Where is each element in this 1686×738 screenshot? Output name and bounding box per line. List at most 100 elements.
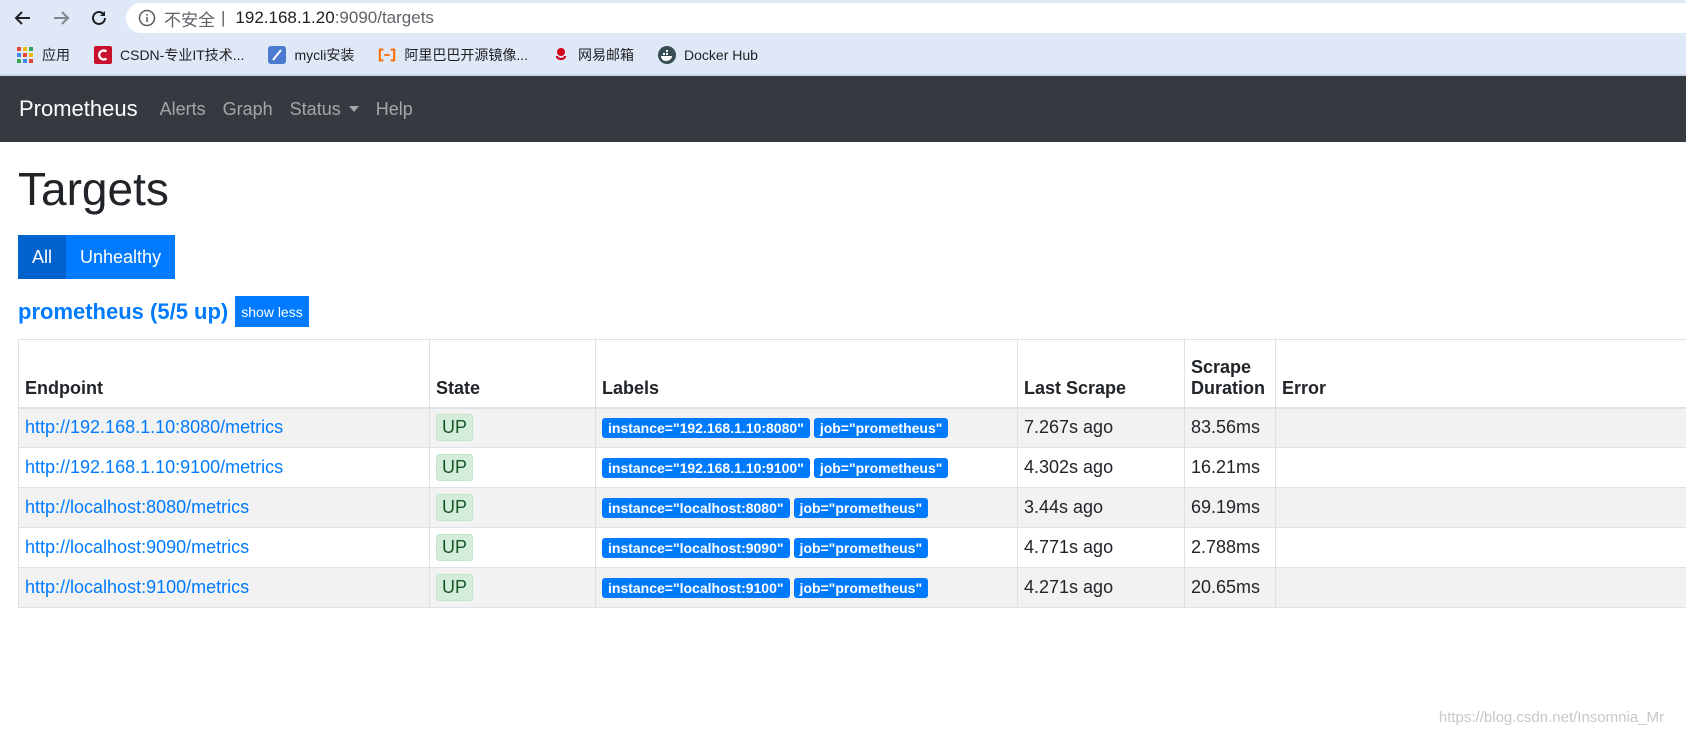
endpoint-link[interactable]: http://192.168.1.10:8080/metrics bbox=[25, 417, 283, 437]
url-separator: | bbox=[221, 8, 226, 27]
error-cell bbox=[1275, 567, 1686, 608]
last-scrape-cell: 4.302s ago bbox=[1017, 447, 1185, 488]
header-state: State bbox=[429, 339, 596, 409]
show-less-button[interactable]: show less bbox=[235, 296, 309, 327]
header-scrape-duration-line1: Scrape bbox=[1191, 356, 1252, 377]
url-host: 192.168.1.20 bbox=[235, 8, 335, 27]
state-cell: UP bbox=[429, 527, 596, 568]
header-scrape-duration-line2: Duration bbox=[1191, 377, 1265, 398]
header-last-scrape: Last Scrape bbox=[1017, 339, 1185, 409]
header-endpoint: Endpoint bbox=[18, 339, 430, 409]
info-icon[interactable] bbox=[138, 9, 156, 27]
bookmark-docker-hub[interactable]: Docker Hub bbox=[658, 46, 758, 64]
watermark: https://blog.csdn.net/Insomnia_Mr bbox=[1438, 709, 1664, 726]
error-cell bbox=[1275, 487, 1686, 528]
endpoint-cell: http://192.168.1.10:9100/metrics bbox=[18, 447, 430, 488]
bookmarks-bar: 应用 CSDN-专业IT技术... mycli安装 阿里巴巴开源镜像... 网易… bbox=[0, 36, 1686, 76]
bookmark-apps[interactable]: 应用 bbox=[16, 45, 70, 65]
endpoint-cell: http://localhost:9090/metrics bbox=[18, 527, 430, 568]
apps-grid-icon bbox=[16, 46, 34, 64]
bookmark-label: 阿里巴巴开源镜像... bbox=[404, 47, 529, 63]
table-row: http://localhost:9100/metrics UP instanc… bbox=[18, 567, 1686, 608]
labels-cell: instance="localhost:8080" job="prometheus… bbox=[595, 487, 1018, 528]
endpoint-link[interactable]: http://192.168.1.10:9100/metrics bbox=[25, 457, 283, 477]
netease-logo-icon bbox=[552, 46, 570, 64]
state-badge: UP bbox=[436, 574, 474, 601]
bookmark-csdn[interactable]: CSDN-专业IT技术... bbox=[94, 45, 244, 65]
state-cell: UP bbox=[429, 447, 596, 488]
target-filter-group: All Unhealthy bbox=[18, 235, 176, 279]
docker-logo-icon bbox=[658, 46, 677, 64]
bookmark-label: CSDN-专业IT技术... bbox=[120, 47, 245, 63]
arrow-left-icon bbox=[14, 11, 30, 25]
bookmark-label: mycli安装 bbox=[294, 47, 355, 63]
labels-cell: instance="localhost:9090" job="prometheus… bbox=[595, 527, 1018, 568]
job-label-badge: job="prometheus" bbox=[813, 458, 949, 478]
job-heading: prometheus (5/5 up) show less bbox=[18, 296, 309, 327]
address-bar[interactable]: 不安全 | 192.168.1.20:9090/targets bbox=[126, 3, 1686, 33]
feather-icon bbox=[268, 46, 287, 64]
arrow-right-icon bbox=[54, 11, 70, 25]
reload-icon bbox=[92, 10, 106, 25]
instance-label-badge: instance="192.168.1.10:9100" bbox=[602, 458, 810, 478]
instance-label-badge: instance="192.168.1.10:8080" bbox=[602, 418, 810, 439]
state-cell: UP bbox=[429, 567, 596, 608]
error-cell bbox=[1275, 447, 1686, 488]
scrape-duration-cell: 16.21ms bbox=[1184, 447, 1276, 488]
job-title-link[interactable]: prometheus (5/5 up) bbox=[18, 299, 228, 325]
nav-status-dropdown[interactable]: Status bbox=[290, 99, 359, 120]
endpoint-link[interactable]: http://localhost:9100/metrics bbox=[25, 577, 249, 597]
bookmark-163-mail[interactable]: 网易邮箱 bbox=[552, 45, 634, 65]
bookmark-aliyun[interactable]: 阿里巴巴开源镜像... bbox=[378, 45, 528, 65]
endpoint-link[interactable]: http://localhost:8080/metrics bbox=[25, 497, 249, 517]
last-scrape-cell: 7.267s ago bbox=[1017, 407, 1185, 448]
scrape-duration-cell: 69.19ms bbox=[1184, 487, 1276, 528]
endpoint-cell: http://localhost:9100/metrics bbox=[18, 567, 430, 608]
nav-graph[interactable]: Graph bbox=[223, 99, 273, 120]
url-path: :9090/targets bbox=[334, 8, 434, 27]
bookmark-label: 应用 bbox=[42, 47, 70, 63]
bookmark-label: 网易邮箱 bbox=[578, 47, 635, 63]
endpoint-link[interactable]: http://localhost:9090/metrics bbox=[25, 537, 249, 557]
reload-button[interactable] bbox=[84, 3, 114, 33]
job-label-badge: job="prometheus" bbox=[793, 578, 929, 598]
state-cell: UP bbox=[429, 407, 596, 448]
error-cell bbox=[1275, 527, 1686, 568]
endpoint-cell: http://192.168.1.10:8080/metrics bbox=[18, 407, 430, 448]
header-error: Error bbox=[1275, 339, 1686, 409]
filter-unhealthy-button[interactable]: Unhealthy bbox=[66, 235, 176, 279]
state-badge: UP bbox=[436, 454, 474, 481]
scrape-duration-cell: 20.65ms bbox=[1184, 567, 1276, 608]
nav-alerts[interactable]: Alerts bbox=[160, 99, 206, 120]
header-labels: Labels bbox=[595, 339, 1018, 409]
prometheus-navbar: Prometheus Alerts Graph Status Help bbox=[0, 76, 1686, 142]
table-row: http://192.168.1.10:9100/metrics UP inst… bbox=[18, 447, 1686, 488]
table-row: http://192.168.1.10:8080/metrics UP inst… bbox=[18, 407, 1686, 448]
nav-help[interactable]: Help bbox=[376, 99, 413, 120]
table-row: http://localhost:9090/metrics UP instanc… bbox=[18, 527, 1686, 568]
brand-link[interactable]: Prometheus bbox=[19, 96, 138, 122]
last-scrape-cell: 4.271s ago bbox=[1017, 567, 1185, 608]
bookmark-mycli[interactable]: mycli安装 bbox=[268, 45, 354, 65]
back-button[interactable] bbox=[8, 3, 38, 33]
table-row: http://localhost:8080/metrics UP instanc… bbox=[18, 487, 1686, 528]
browser-toolbar: 不安全 | 192.168.1.20:9090/targets bbox=[0, 0, 1686, 36]
job-label-badge: job="prometheus" bbox=[793, 498, 929, 518]
table-header-row: Endpoint State Labels Last Scrape Scrape… bbox=[18, 339, 1686, 409]
scrape-duration-cell: 2.788ms bbox=[1184, 527, 1276, 568]
caret-down-icon bbox=[348, 106, 359, 112]
page-title: Targets bbox=[18, 163, 169, 215]
state-badge: UP bbox=[436, 414, 474, 442]
job-label-badge: job="prometheus" bbox=[793, 538, 929, 558]
state-cell: UP bbox=[429, 487, 596, 528]
instance-label-badge: instance="localhost:9100" bbox=[602, 578, 790, 598]
filter-all-button[interactable]: All bbox=[18, 235, 67, 279]
instance-label-badge: instance="localhost:8080" bbox=[602, 498, 790, 518]
csdn-logo-icon bbox=[94, 46, 112, 64]
labels-cell: instance="192.168.1.10:9100" job="prometh… bbox=[595, 447, 1018, 488]
last-scrape-cell: 3.44s ago bbox=[1017, 487, 1185, 528]
bookmark-label: Docker Hub bbox=[684, 47, 758, 63]
forward-button[interactable] bbox=[46, 3, 76, 33]
nav-status-label: Status bbox=[289, 98, 341, 119]
endpoint-cell: http://localhost:8080/metrics bbox=[18, 487, 430, 528]
